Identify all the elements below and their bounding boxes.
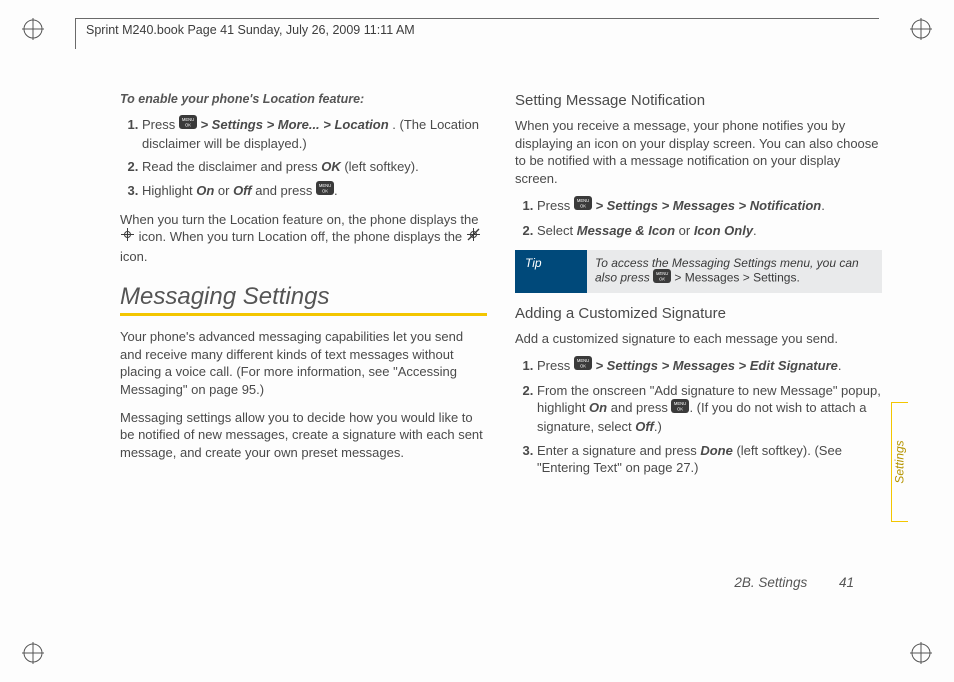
step-text: and press <box>255 183 316 198</box>
step-text: Select <box>537 223 577 238</box>
list-item: From the onscreen "Add signature to new … <box>537 382 882 436</box>
notification-steps: Press MENUOK > Settings > Messages > Not… <box>515 197 882 239</box>
list-item: Highlight On or Off and press MENUOK . <box>142 182 487 201</box>
subhead-signature: Adding a Customized Signature <box>515 305 882 322</box>
cropmark-top-right <box>910 18 932 40</box>
location-icon-paragraph: When you turn the Location feature on, t… <box>120 211 487 266</box>
svg-text:OK: OK <box>580 204 586 209</box>
location-off-icon <box>466 227 481 247</box>
messaging-para-1: Your phone's advanced messaging capabili… <box>120 328 487 398</box>
svg-text:OK: OK <box>659 276 665 281</box>
svg-text:OK: OK <box>580 364 586 369</box>
menu-ok-icon: MENUOK <box>574 356 592 375</box>
menu-ok-icon: MENUOK <box>179 115 197 134</box>
step-text: .) <box>654 419 662 434</box>
step-text: . <box>821 198 825 213</box>
body-text: icon. When you turn Location off, the ph… <box>139 230 466 245</box>
svg-text:MENU: MENU <box>577 358 589 363</box>
left-column: To enable your phone's Location feature:… <box>120 92 487 600</box>
step-emph: Done <box>700 443 733 458</box>
step-text: Highlight <box>142 183 196 198</box>
body-text: icon. <box>120 249 147 264</box>
body-text: When you turn the Location feature on, t… <box>120 212 478 227</box>
list-item: Press MENUOK > Settings > Messages > Edi… <box>537 357 882 376</box>
svg-text:MENU: MENU <box>577 198 589 203</box>
svg-text:MENU: MENU <box>319 183 331 188</box>
menu-ok-icon: MENUOK <box>316 181 334 200</box>
cropmark-bottom-right <box>910 642 932 664</box>
step-emph: On <box>589 400 607 415</box>
step-text: Press <box>537 358 574 373</box>
step-path: > Settings > Messages > Edit Signature <box>595 358 837 373</box>
menu-ok-icon: MENUOK <box>653 269 671 286</box>
tip-path: > Messages > Settings. <box>674 270 799 284</box>
menu-ok-icon: MENUOK <box>574 196 592 215</box>
step-text: (left softkey). <box>344 159 418 174</box>
notification-paragraph: When you receive a message, your phone n… <box>515 117 882 187</box>
svg-text:OK: OK <box>322 189 328 194</box>
step-path: > Settings > Messages > Notification <box>595 198 821 213</box>
print-header: Sprint M240.book Page 41 Sunday, July 26… <box>75 18 879 49</box>
side-tab-label: Settings <box>893 440 907 483</box>
list-item: Press MENUOK > Settings > More... > Loca… <box>142 116 487 152</box>
cropmark-top-left <box>22 18 44 40</box>
step-text: or <box>218 183 233 198</box>
step-text: and press <box>611 400 672 415</box>
list-item: Select Message & Icon or Icon Only. <box>537 222 882 240</box>
step-text: or <box>679 223 694 238</box>
location-steps: Press MENUOK > Settings > More... > Loca… <box>120 116 487 201</box>
page-body: To enable your phone's Location feature:… <box>120 92 882 600</box>
tip-box: Tip To access the Messaging Settings men… <box>515 250 882 293</box>
svg-text:MENU: MENU <box>656 271 669 276</box>
signature-steps: Press MENUOK > Settings > Messages > Edi… <box>515 357 882 477</box>
section-title-messaging: Messaging Settings <box>120 283 487 311</box>
step-emph: Message & Icon <box>577 223 675 238</box>
step-emph: OK <box>321 159 341 174</box>
menu-ok-icon: MENUOK <box>671 399 689 418</box>
svg-text:MENU: MENU <box>674 401 686 406</box>
page-footer: 2B. Settings 41 <box>734 575 854 590</box>
print-header-text: Sprint M240.book Page 41 Sunday, July 26… <box>86 23 415 37</box>
location-caption: To enable your phone's Location feature: <box>120 92 487 106</box>
svg-text:OK: OK <box>185 123 191 128</box>
svg-text:MENU: MENU <box>182 117 194 122</box>
tip-label: Tip <box>515 250 587 293</box>
cropmark-bottom-left <box>22 642 44 664</box>
step-text: . <box>838 358 842 373</box>
footer-section: 2B. Settings <box>734 575 807 590</box>
step-text: . <box>753 223 757 238</box>
step-text: Press <box>537 198 574 213</box>
step-text: Read the disclaimer and press <box>142 159 321 174</box>
messaging-para-2: Messaging settings allow you to decide h… <box>120 409 487 462</box>
step-emph: Off <box>233 183 252 198</box>
step-text: Enter a signature and press <box>537 443 700 458</box>
right-column: Setting Message Notification When you re… <box>515 92 882 600</box>
step-text: Press <box>142 117 179 132</box>
svg-text:OK: OK <box>677 406 683 411</box>
step-emph: Off <box>635 419 654 434</box>
list-item: Press MENUOK > Settings > Messages > Not… <box>537 197 882 216</box>
step-text: . <box>334 183 338 198</box>
tip-body: To access the Messaging Settings menu, y… <box>587 250 882 293</box>
location-on-icon <box>120 227 135 247</box>
step-emph: On <box>196 183 214 198</box>
list-item: Read the disclaimer and press OK (left s… <box>142 158 487 176</box>
signature-paragraph: Add a customized signature to each messa… <box>515 330 882 348</box>
side-thumb-tab: Settings <box>891 402 908 522</box>
section-rule <box>120 313 487 316</box>
footer-page-number: 41 <box>839 575 854 590</box>
list-item: Enter a signature and press Done (left s… <box>537 442 882 477</box>
step-path: > Settings > More... > Location <box>200 117 388 132</box>
step-emph: Icon Only <box>694 223 753 238</box>
subhead-notification: Setting Message Notification <box>515 92 882 109</box>
